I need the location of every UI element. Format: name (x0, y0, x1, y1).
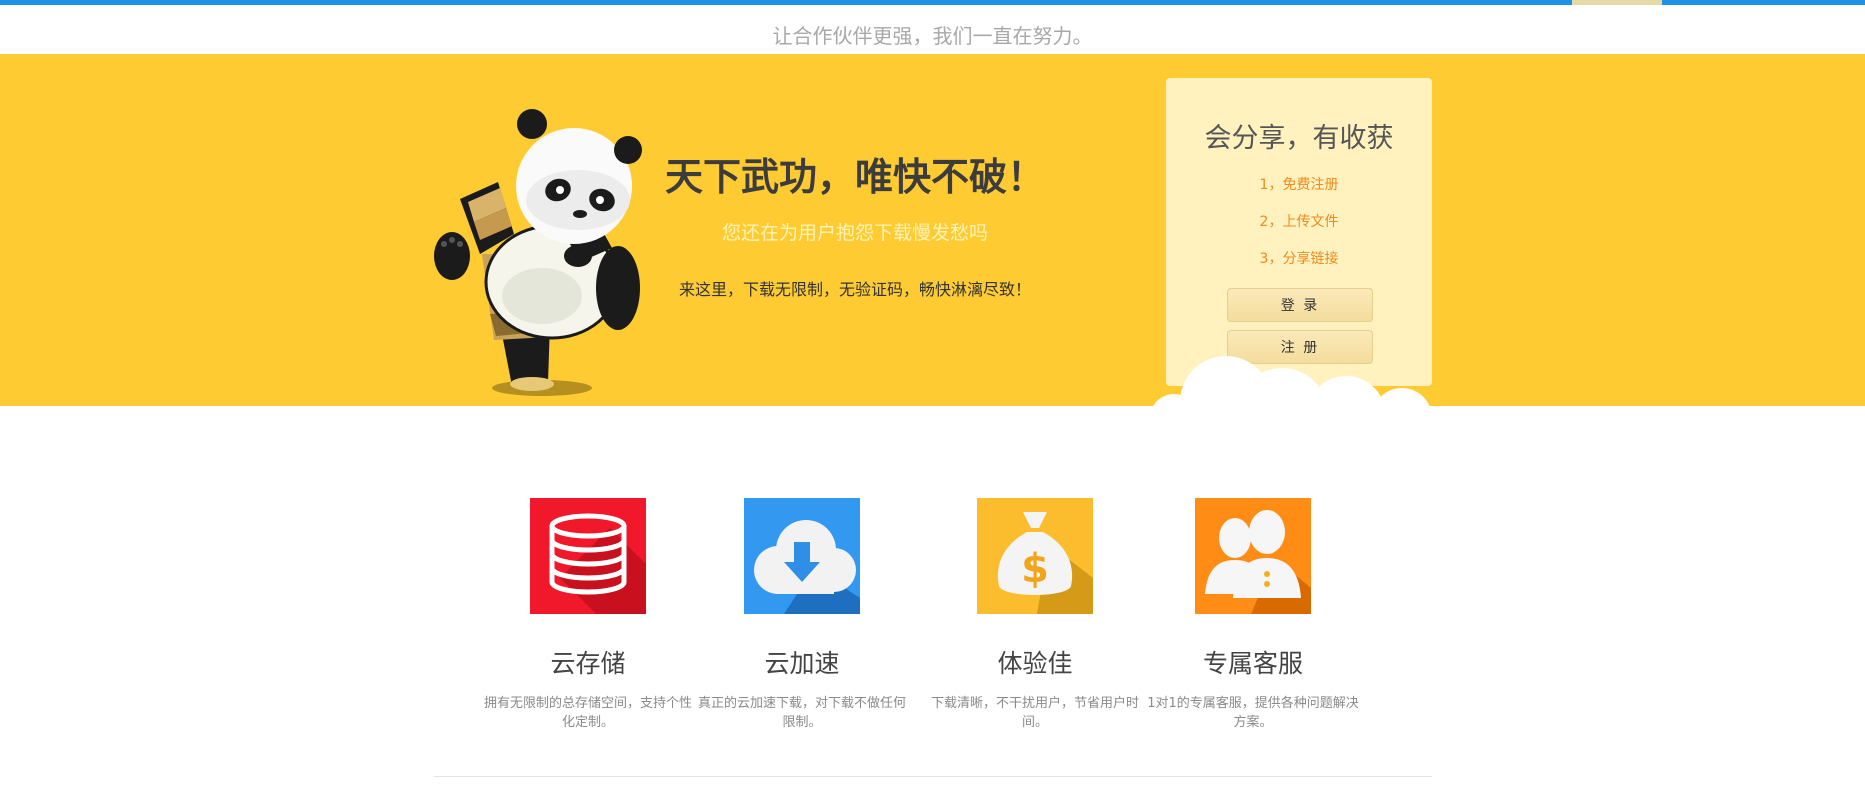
hero-banner: 天下武功，唯快不破！ 您还在为用户抱怨下载慢发愁吗 来这里，下载无限制，无验证码… (0, 54, 1865, 406)
database-icon (530, 498, 646, 614)
login-button[interactable]: 登 录 (1227, 288, 1373, 322)
money-bag-icon: $ (977, 498, 1093, 614)
login-card-title: 会分享，有收获 (1204, 123, 1394, 154)
cloud-download-icon (744, 498, 860, 614)
login-card: 会分享，有收获 1，免费注册 2，上传文件 3，分享链接 登 录 注 册 (1166, 78, 1432, 386)
page: 让合作伙伴更强，我们一直在努力。 天下武功，唯快不破！ 您还在为用户抱怨下载慢发… (0, 0, 1865, 810)
feature-service-title: 专属客服 (1202, 649, 1303, 678)
step-share: 3，分享链接 (1259, 251, 1339, 267)
banner-subline: 您还在为用户抱怨下载慢发愁吗 (721, 222, 988, 244)
section-divider (434, 776, 1432, 777)
feature-experience-desc: 下载清晰，不干扰用户，节省用户时间。 (930, 696, 1139, 730)
features-section: 云存储 拥有无限制的总存储空间，支持个性化定制。 云加速 真正的云加速下载，对下… (0, 498, 1865, 738)
cloud-decoration (1153, 356, 1430, 406)
customer-service-icon (1195, 498, 1311, 614)
top-badge (1572, 0, 1662, 5)
feature-experience: $ 体验佳 下载清晰，不干扰用户，节省用户时间。 (925, 498, 1145, 732)
step-upload: 2，上传文件 (1259, 214, 1339, 230)
feature-acceleration: 云加速 真正的云加速下载，对下载不做任何限制。 (692, 498, 912, 732)
banner-description: 来这里，下载无限制，无验证码，畅快淋漓尽致！ (678, 280, 1031, 299)
svg-text:$: $ (1021, 546, 1049, 592)
feature-service: 专属客服 1对1的专属客服，提供各种问题解决方案。 (1143, 498, 1363, 732)
step-register: 1，免费注册 (1259, 177, 1339, 193)
feature-acceleration-desc: 真正的云加速下载，对下载不做任何限制。 (697, 696, 906, 730)
feature-service-desc: 1对1的专属客服，提供各种问题解决方案。 (1147, 696, 1359, 730)
kungfu-panda-illustration (434, 109, 642, 396)
feature-storage-title: 云存储 (550, 649, 626, 678)
feature-storage-desc: 拥有无限制的总存储空间，支持个性化定制。 (483, 696, 692, 730)
feature-acceleration-title: 云加速 (764, 649, 840, 678)
header-tagline: 让合作伙伴更强，我们一直在努力。 (772, 24, 1093, 48)
feature-experience-title: 体验佳 (997, 649, 1073, 678)
feature-storage: 云存储 拥有无限制的总存储空间，支持个性化定制。 (478, 498, 698, 732)
banner-headline: 天下武功，唯快不破！ (664, 155, 1045, 199)
